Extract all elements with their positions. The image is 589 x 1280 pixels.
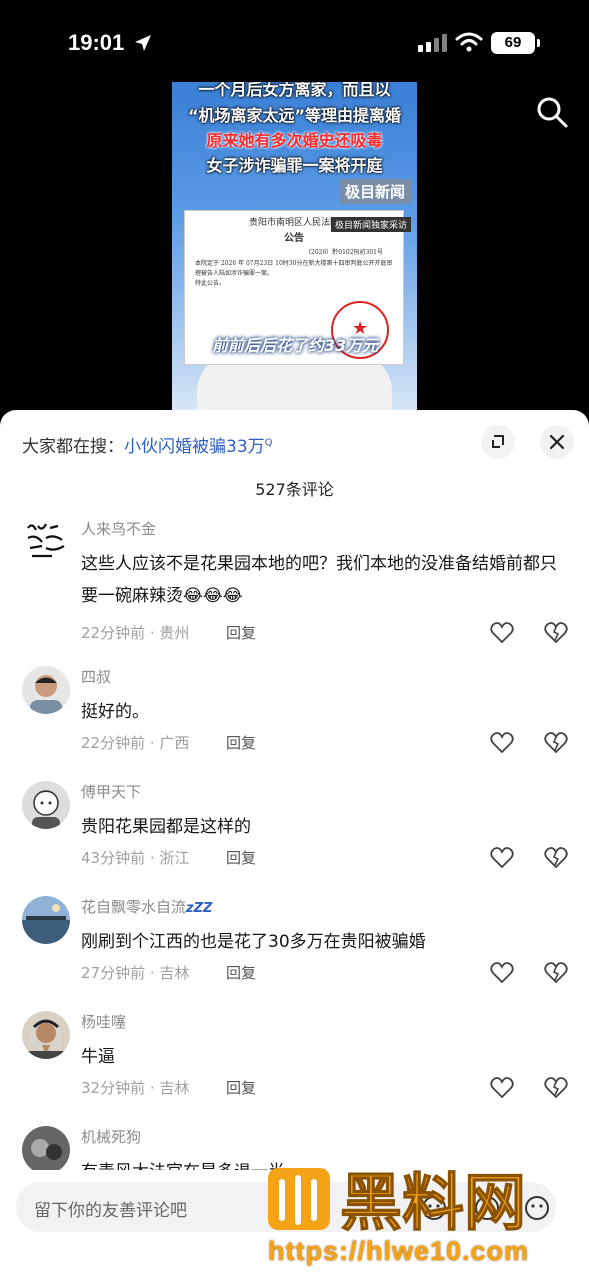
trending-keyword[interactable]: 小伙闪婚被骗33万 <box>124 437 265 457</box>
comment-username[interactable]: 杨哇噻 <box>81 1011 126 1032</box>
like-icon[interactable] <box>489 960 515 986</box>
like-icon[interactable] <box>489 1075 515 1101</box>
status-time: 19:01 <box>68 30 125 55</box>
video-headline-4: 女子涉诈骗罪一案将开庭 <box>206 156 383 175</box>
avatar[interactable] <box>22 781 70 829</box>
trending-search[interactable]: 大家都在搜：小伙闪婚被骗33万Q <box>22 432 273 457</box>
dislike-icon[interactable] <box>543 730 569 756</box>
watermark-logo: 黑料网 <box>268 1165 527 1240</box>
comment-item: 花自飘零水自流zZZ 刚刷到个江西的也是花了30多万在贵阳被骗婚 27分钟前 ·… <box>0 896 589 1011</box>
status-bar: 19:01 69 <box>0 0 589 80</box>
sleep-badge-icon: zZZ <box>186 901 213 916</box>
close-icon <box>549 434 565 450</box>
comment-item: 傅甲天下 贵阳花果园都是这样的 43分钟前 · 浙江 回复 <box>0 781 589 896</box>
video-headline-2: “机场离家太远”等理由提离婚 <box>187 106 402 125</box>
signal-icon <box>418 34 447 52</box>
comment-count: 527条评论 <box>255 480 334 499</box>
comment-meta: 22分钟前 · 广西 <box>81 734 190 752</box>
comment-input-placeholder: 留下你的友善评论吧 <box>34 1201 187 1221</box>
dislike-icon[interactable] <box>543 960 569 986</box>
video-caption: 前前后后花了约33万元 <box>212 336 379 355</box>
avatar[interactable] <box>22 896 70 944</box>
wifi-icon <box>455 32 483 52</box>
video-player[interactable]: 一个月后女方离家，而且以 “机场离家太远”等理由提离婚 原来她有多次婚史还吸毒 … <box>172 82 417 412</box>
comment-meta: 27分钟前 · 吉林 <box>81 964 190 982</box>
comment-item: 人来鸟不金 这些人应该不是花果园本地的吧？我们本地的没准备结婚前都只要一碗麻辣烫… <box>0 518 589 644</box>
comment-meta: 32分钟前 · 吉林 <box>81 1079 190 1097</box>
dislike-icon[interactable] <box>543 845 569 871</box>
news-logo: 极目新闻 <box>338 179 411 204</box>
close-button[interactable] <box>540 425 574 459</box>
comment-text: 贵阳花果园都是这样的 <box>81 817 251 837</box>
avatar[interactable] <box>22 1126 70 1174</box>
comment-item: 杨哇噻 牛逼 32分钟前 · 吉林 回复 <box>0 1011 589 1126</box>
comment-meta: 43分钟前 · 浙江 <box>81 849 190 867</box>
video-headline-1: 一个月后女方离家，而且以 <box>198 82 391 99</box>
comment-text: 牛逼 <box>81 1047 115 1067</box>
avatar[interactable] <box>22 518 70 566</box>
reply-button[interactable]: 回复 <box>226 962 256 983</box>
video-headline-3: 原来她有多次婚史还吸毒 <box>206 131 383 150</box>
reply-button[interactable]: 回复 <box>226 732 256 753</box>
comment-username[interactable]: 花自飘零水自流zZZ <box>81 896 212 917</box>
search-small-icon: Q <box>264 437 273 449</box>
comment-item: 四叔 挺好的。 22分钟前 · 广西 回复 <box>0 666 589 781</box>
comment-username[interactable]: 人来鸟不金 <box>81 518 156 539</box>
comment-username[interactable]: 傅甲天下 <box>81 781 141 802</box>
notice-number: （2026）黔0102刑初301号 <box>305 249 383 256</box>
location-arrow-icon <box>135 35 151 51</box>
like-icon[interactable] <box>489 620 515 646</box>
reply-button[interactable]: 回复 <box>226 847 256 868</box>
notice-body: 本院定于 2026 年 07月23日 10时30分在新大楼第十四审判庭公开开庭审… <box>195 260 393 287</box>
search-icon[interactable] <box>535 95 569 129</box>
dislike-icon[interactable] <box>543 620 569 646</box>
comments-sheet: 大家都在搜：小伙闪婚被骗33万Q 527条评论 人来鸟不金 这些人应该不是花果园… <box>0 410 589 1280</box>
expand-icon <box>492 435 504 448</box>
trending-prefix: 大家都在搜： <box>22 437 124 457</box>
watermark-url: https://hlwe10.com <box>268 1236 530 1266</box>
avatar[interactable] <box>22 1011 70 1059</box>
comment-username[interactable]: 机械死狗 <box>81 1126 141 1147</box>
news-subtitle: 极目新闻独家采访 <box>330 217 411 232</box>
comment-meta: 22分钟前 · 贵州 <box>81 624 190 642</box>
like-icon[interactable] <box>489 845 515 871</box>
reply-button[interactable]: 回复 <box>226 1077 256 1098</box>
watermark-logo-text: 黑料网 <box>340 1166 526 1239</box>
dislike-icon[interactable] <box>543 1075 569 1101</box>
comment-text: 这些人应该不是花果园本地的吧？我们本地的没准备结婚前都只要一碗麻辣烫😂😂😂 <box>81 554 557 606</box>
reply-button[interactable]: 回复 <box>226 622 256 643</box>
expand-button[interactable] <box>481 425 515 459</box>
comment-text: 刚刷到个江西的也是花了30多万在贵阳被骗婚 <box>81 932 426 952</box>
battery-indicator: 69 <box>491 32 540 54</box>
comment-username[interactable]: 四叔 <box>81 666 111 687</box>
like-icon[interactable] <box>489 730 515 756</box>
comment-text: 挺好的。 <box>81 702 149 722</box>
avatar[interactable] <box>22 666 70 714</box>
